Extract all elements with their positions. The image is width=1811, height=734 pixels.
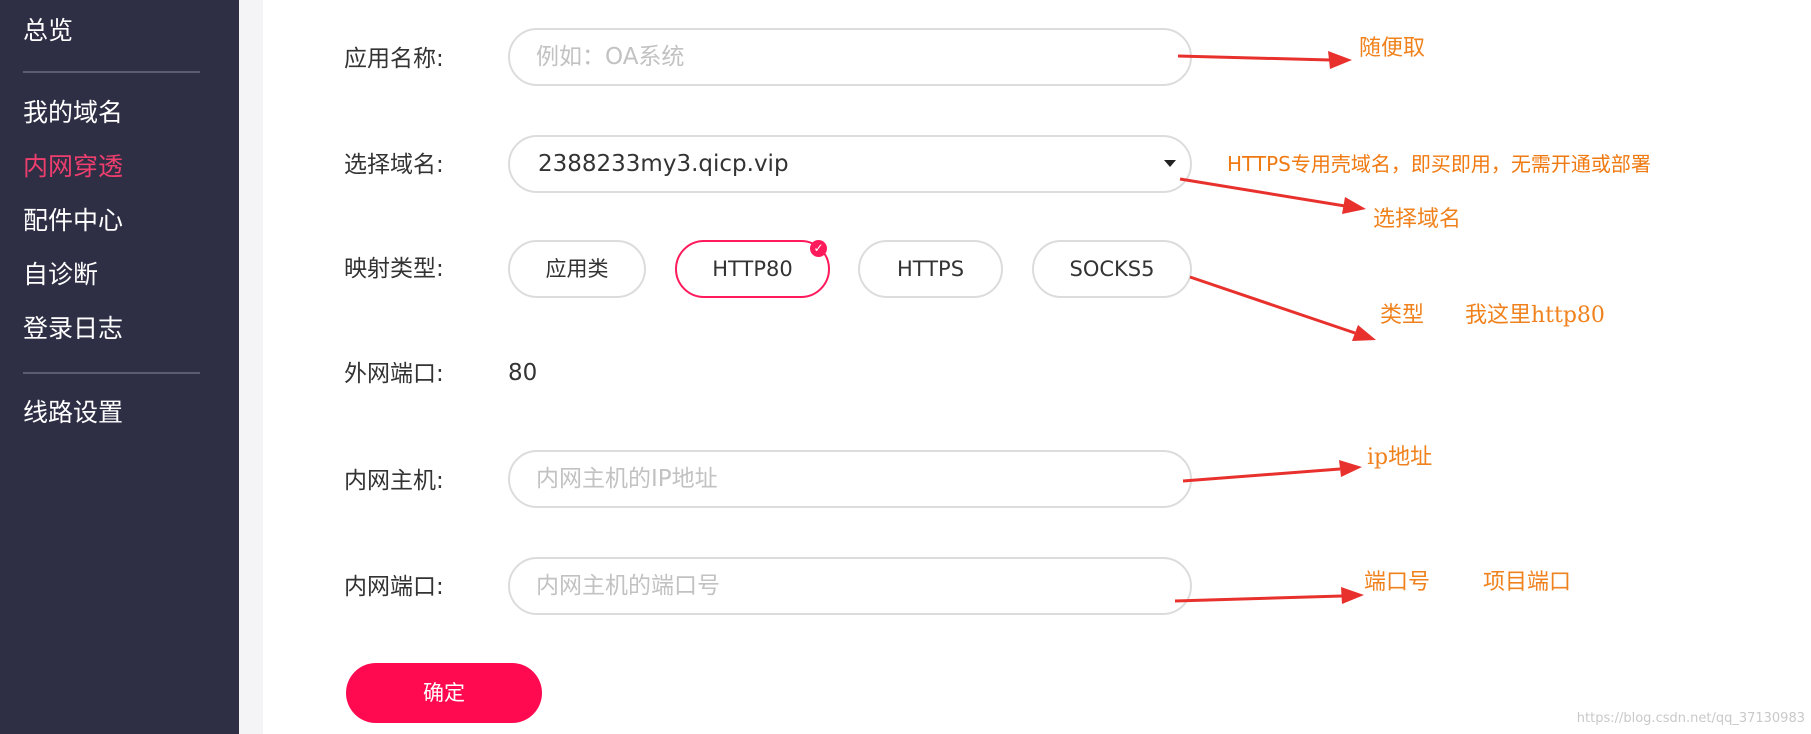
app-name-field — [508, 28, 1192, 86]
annotation-domain: 选择域名 — [1373, 207, 1462, 232]
watermark: https://blog.csdn.net/qq_37130983 — [1576, 711, 1805, 726]
app-name-label: 应用名称: — [344, 46, 444, 72]
arrow-line — [1174, 594, 1343, 603]
mapping-type-label: 映射类型: — [344, 256, 444, 282]
arrow-head — [1342, 197, 1366, 214]
internal-port-label: 内网端口: — [344, 574, 444, 600]
arrow-head — [1328, 51, 1352, 69]
annotation-port-detail: 项目端口 — [1483, 570, 1572, 595]
annotation-type-detail: 我这里http80 — [1465, 303, 1605, 328]
sidebar-divider — [23, 71, 200, 73]
arrow-line — [1189, 275, 1356, 335]
sidebar: 总览 我的域名 内网穿透 配件中心 自诊断 登录日志 线路设置 — [0, 0, 239, 734]
arrow-line — [1182, 467, 1341, 483]
annotation-type: 类型 — [1380, 303, 1425, 328]
domain-label: 选择域名: — [344, 152, 444, 178]
sidebar-divider — [23, 372, 200, 374]
domain-select-value: 2388233my3.qicp.vip — [538, 151, 789, 177]
type-option-socks5[interactable]: SOCKS5 — [1032, 240, 1192, 298]
type-option-http80[interactable]: HTTP80 — [675, 240, 830, 298]
domain-select[interactable]: 2388233my3.qicp.vip — [508, 135, 1192, 193]
content-gutter — [239, 0, 263, 734]
internal-port-field — [508, 557, 1192, 615]
sidebar-item-overview[interactable]: 总览 — [23, 16, 73, 46]
external-port-value: 80 — [508, 360, 538, 386]
type-option-app[interactable]: 应用类 — [508, 240, 646, 298]
annotation-domain-top: HTTPS专用壳域名，即买即用，无需开通或部署 — [1227, 152, 1651, 176]
internal-host-input[interactable] — [536, 452, 1156, 506]
app-name-input[interactable] — [536, 30, 1156, 84]
internal-port-input[interactable] — [536, 559, 1156, 613]
sidebar-item-intranet-penetration[interactable]: 内网穿透 — [23, 152, 123, 182]
external-port-label: 外网端口: — [344, 361, 444, 387]
arrow-head — [1352, 325, 1376, 341]
annotation-host: ip地址 — [1367, 445, 1433, 470]
arrow-head — [1339, 460, 1362, 477]
arrow-line — [1179, 177, 1346, 208]
sidebar-item-my-domains[interactable]: 我的域名 — [23, 98, 123, 128]
confirm-button[interactable]: 确定 — [346, 663, 542, 723]
annotation-port: 端口号 — [1364, 570, 1431, 595]
arrow-line — [1177, 54, 1331, 62]
sidebar-item-self-diagnosis[interactable]: 自诊断 — [23, 260, 98, 290]
sidebar-item-login-log[interactable]: 登录日志 — [23, 314, 123, 344]
annotation-app-name: 随便取 — [1359, 36, 1426, 61]
annotation-arrows — [1174, 51, 1376, 604]
sidebar-item-accessories[interactable]: 配件中心 — [23, 206, 123, 236]
internal-host-label: 内网主机: — [344, 468, 444, 494]
sidebar-item-line-settings[interactable]: 线路设置 — [23, 398, 123, 428]
checkmark-icon: ✓ — [810, 240, 827, 257]
type-option-https[interactable]: HTTPS — [858, 240, 1003, 298]
arrow-head — [1341, 587, 1364, 604]
caret-down-icon — [1164, 160, 1176, 167]
internal-host-field — [508, 450, 1192, 508]
